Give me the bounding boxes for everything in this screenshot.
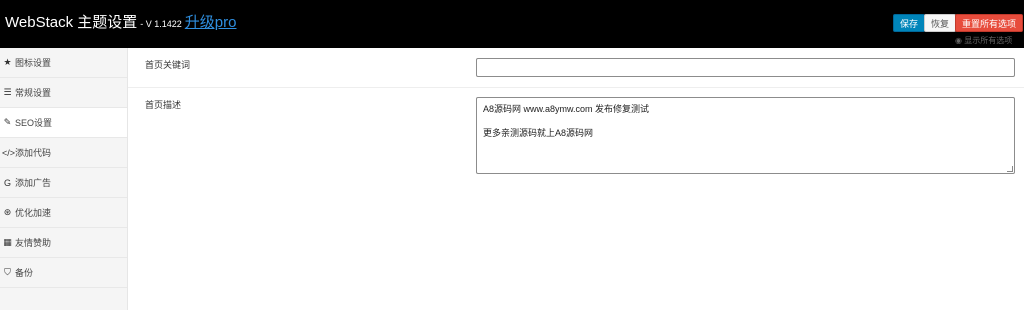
keywords-label: 首页关键词 (145, 60, 191, 70)
resize-handle[interactable] (1007, 166, 1013, 172)
settings-content: 首页关键词 首页描述 A8源码网 www.a8ymw.com 发布修复测试 更多… (128, 48, 1024, 310)
sidebar-item-icon-settings[interactable]: ★ 图标设置 (0, 48, 127, 78)
sidebar-item-backup[interactable]: ⛉ 备份 (0, 258, 127, 288)
description-label: 首页描述 (145, 100, 182, 110)
sidebar-item-label: 添加代码 (15, 148, 52, 158)
sidebar-item-label: 常规设置 (15, 88, 52, 98)
version-text: - V 1.1422 (140, 19, 182, 29)
keywords-row: 首页关键词 (128, 48, 1024, 88)
sidebar: ★ 图标设置 ☰ 常规设置 ✎ SEO设置 </> 添加代码 G 添加广告 ⊛ … (0, 48, 128, 310)
list-icon: ☰ (3, 87, 12, 97)
show-all-options-link[interactable]: ◉ 显示所有选项 (955, 35, 1012, 46)
sidebar-item-label: 优化加速 (15, 208, 52, 218)
star-icon: ★ (3, 57, 12, 67)
sidebar-item-optimization[interactable]: ⊛ 优化加速 (0, 198, 127, 228)
code-icon: </> (2, 147, 16, 158)
sidebar-item-label: 备份 (15, 268, 34, 278)
app-name: WebStack 主题设置 (5, 14, 138, 31)
page-title: WebStack 主题设置 - V 1.1422 升级pro (5, 14, 236, 33)
sidebar-item-label: 添加广告 (15, 178, 52, 188)
sidebar-item-add-code[interactable]: </> 添加代码 (0, 138, 127, 168)
eye-icon: ◉ (955, 36, 965, 45)
sidebar-item-label: 友情赞助 (15, 238, 52, 248)
upgrade-pro-link[interactable]: 升级pro (185, 14, 237, 31)
sidebar-item-seo-settings[interactable]: ✎ SEO设置 (0, 108, 127, 138)
sidebar-item-add-ads[interactable]: G 添加广告 (0, 168, 127, 198)
description-line-2: 更多亲测源码就上A8源码网 (483, 128, 594, 138)
google-icon: G (3, 177, 11, 188)
reset-all-button[interactable]: 重置所有选项 (955, 14, 1024, 32)
pencil-icon: ✎ (3, 117, 12, 127)
shield-icon: ⛉ (4, 267, 11, 277)
restore-button[interactable]: 恢复 (924, 14, 957, 32)
grid-icon: ▦ (3, 237, 12, 247)
description-blank-line (483, 115, 1008, 127)
keywords-input[interactable] (476, 58, 1015, 77)
wordpress-icon: ⊛ (3, 207, 12, 217)
sidebar-item-general-settings[interactable]: ☰ 常规设置 (0, 78, 127, 108)
description-textarea[interactable]: A8源码网 www.a8ymw.com 发布修复测试 更多亲测源码就上A8源码网 (476, 97, 1015, 174)
sidebar-item-sponsor[interactable]: ▦ 友情赞助 (0, 228, 127, 258)
show-all-label: 显示所有选项 (964, 36, 1013, 45)
save-button[interactable]: 保存 (893, 14, 926, 32)
sidebar-item-label: 图标设置 (15, 58, 52, 68)
description-line-1: A8源码网 www.a8ymw.com 发布修复测试 (483, 104, 650, 114)
sidebar-item-label: SEO设置 (15, 118, 53, 128)
top-header-bar: WebStack 主题设置 - V 1.1422 升级pro 保存 恢复 重置所有选… (0, 0, 1024, 48)
